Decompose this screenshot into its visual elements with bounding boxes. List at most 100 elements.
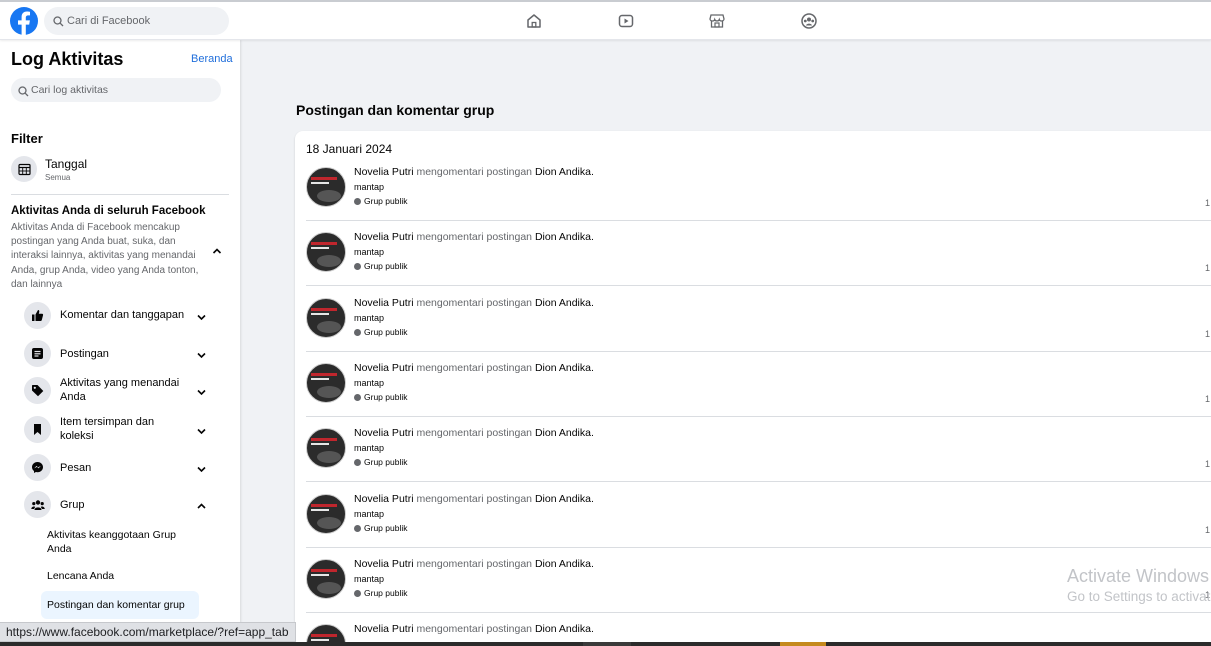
entry-trailing-text: 1 [1205, 393, 1211, 404]
privacy-label: Grup publik [354, 588, 407, 598]
entry-action: mengomentari postingan [413, 557, 535, 570]
category-tagged-activity[interactable]: Aktivitas yang menandai Anda [24, 373, 220, 407]
entry-summary: Novelia Putri mengomentari postingan Dio… [354, 427, 594, 440]
globe-icon [354, 263, 361, 271]
comment-text: mantap [354, 182, 385, 192]
privacy-label: Grup publik [354, 392, 407, 402]
comment-text: mantap [354, 443, 385, 454]
comment-text: mantap [354, 377, 385, 388]
globe-icon [354, 524, 361, 532]
entry-summary: Novelia Putri mengomentari postingan Dio… [354, 296, 594, 309]
privacy-label: Grup publik [354, 457, 407, 467]
target-name[interactable]: Dion Andika [535, 427, 591, 439]
subitem-group-posts-comments[interactable]: Postingan dan komentar grup [47, 598, 197, 612]
subitem-badges[interactable]: Lencana Anda [47, 569, 197, 583]
category-messages[interactable]: Pesan [24, 450, 220, 484]
entry-action: mengomentari postingan [413, 623, 535, 636]
activity-entry[interactable]: Novelia Putri mengomentari postingan Dio… [295, 417, 1211, 483]
target-name[interactable]: Dion Andika [535, 493, 591, 505]
date-filter[interactable]: Tanggal Semua [11, 154, 231, 186]
activity-search-box[interactable] [11, 78, 221, 102]
entry-action: mengomentari postingan [413, 166, 535, 178]
search-icon [18, 84, 29, 102]
groups-icon[interactable] [798, 10, 820, 32]
comment-text: mantap [354, 573, 385, 584]
post-thumbnail [306, 362, 346, 403]
facebook-logo-icon[interactable] [10, 7, 38, 35]
comment-text: mantap [354, 247, 385, 258]
actor-name[interactable]: Novelia Putri [354, 297, 414, 309]
chevron-up-icon [196, 499, 207, 517]
target-name[interactable]: Dion Andika [535, 362, 591, 374]
calendar-icon [11, 156, 37, 182]
home-link[interactable]: Beranda [191, 53, 233, 65]
chevron-down-icon [196, 348, 207, 366]
home-icon[interactable] [523, 10, 545, 32]
page-title: Postingan dan komentar grup [296, 102, 495, 118]
category-posts[interactable]: Postingan [24, 336, 220, 370]
activity-entry[interactable]: Novelia Putri mengomentari postingan Dio… [295, 156, 1211, 221]
watermark-line2: Go to Settings to activate Windows. [1067, 589, 1211, 604]
entry-trailing-text: 1 [1205, 459, 1211, 470]
entry-trailing-text: 1 [1205, 524, 1211, 535]
globe-icon [354, 328, 361, 336]
filter-heading: Filter [11, 131, 43, 146]
activity-log-sidebar: Log Aktivitas Beranda Filter Tanggal Sem… [0, 40, 240, 646]
category-groups[interactable]: Grup [24, 487, 220, 521]
actor-name[interactable]: Novelia Putri [354, 558, 414, 570]
category-saved-items[interactable]: Item tersimpan dan koleksi [24, 412, 220, 446]
post-thumbnail [306, 558, 346, 599]
watch-icon[interactable] [615, 10, 637, 32]
target-name[interactable]: Dion Andika [535, 231, 591, 243]
marketplace-icon[interactable] [706, 10, 728, 32]
global-search-input[interactable] [66, 7, 221, 35]
subitem-group-membership[interactable]: Aktivitas keanggotaan Grup Anda [47, 528, 197, 556]
activity-entry[interactable]: Novelia Putri mengomentari postingan Dio… [295, 221, 1211, 287]
messenger-icon [24, 454, 51, 481]
actor-name[interactable]: Novelia Putri [354, 362, 414, 374]
actor-name[interactable]: Novelia Putri [354, 231, 414, 243]
tag-icon [24, 377, 51, 404]
entry-action: mengomentari postingan [413, 231, 535, 244]
entry-action: mengomentari postingan [413, 492, 535, 505]
activity-search-input[interactable] [31, 78, 216, 102]
activity-entry[interactable]: Novelia Putri mengomentari postingan Dio… [295, 483, 1211, 548]
entry-summary: Novelia Putri mengomentari postingan Dio… [354, 623, 594, 636]
target-name[interactable]: Dion Andika [535, 623, 591, 635]
search-icon [53, 14, 64, 32]
date-heading: 18 Januari 2024 [306, 142, 393, 156]
category-label: Aktivitas yang menandai Anda [60, 377, 180, 403]
entry-summary: Novelia Putri mengomentari postingan Dio… [354, 492, 594, 505]
chevron-down-icon [196, 424, 207, 442]
category-label: Pesan [60, 462, 92, 474]
category-comments-reactions[interactable]: Komentar dan tanggapan [24, 298, 220, 332]
target-name[interactable]: Dion Andika [535, 166, 591, 178]
chevron-up-icon[interactable] [211, 244, 223, 262]
post-icon [24, 340, 51, 367]
chevron-down-icon [196, 385, 207, 403]
entry-trailing-text: 1 [1205, 198, 1211, 208]
date-filter-value: Semua [45, 173, 71, 182]
actor-name[interactable]: Novelia Putri [354, 427, 414, 439]
global-search-box[interactable] [44, 7, 229, 35]
comment-text: mantap [354, 312, 385, 323]
actor-name[interactable]: Novelia Putri [354, 166, 414, 178]
divider [11, 194, 229, 195]
entry-action: mengomentari postingan [413, 296, 535, 309]
target-name[interactable]: Dion Andika [535, 558, 591, 570]
category-label: Komentar dan tanggapan [60, 309, 185, 321]
category-label: Grup [60, 499, 85, 511]
date-filter-label: Tanggal [45, 157, 88, 171]
actor-name[interactable]: Novelia Putri [354, 493, 414, 505]
activity-entry[interactable]: Novelia Putri mengomentari postingan Dio… [295, 352, 1211, 417]
actor-name[interactable]: Novelia Putri [354, 623, 414, 635]
comment-text: mantap [354, 508, 385, 519]
activity-entry[interactable]: Novelia Putri mengomentari postingan Dio… [295, 287, 1211, 352]
globe-icon [354, 589, 361, 597]
entry-action: mengomentari postingan [413, 361, 535, 374]
privacy-label: Grup publik [354, 196, 407, 206]
entry-summary: Novelia Putri mengomentari postingan Dio… [354, 166, 594, 178]
privacy-label: Grup publik [354, 523, 407, 533]
windows-activation-watermark: Activate Windows Go to Settings to activ… [1067, 566, 1211, 604]
target-name[interactable]: Dion Andika [535, 297, 591, 309]
